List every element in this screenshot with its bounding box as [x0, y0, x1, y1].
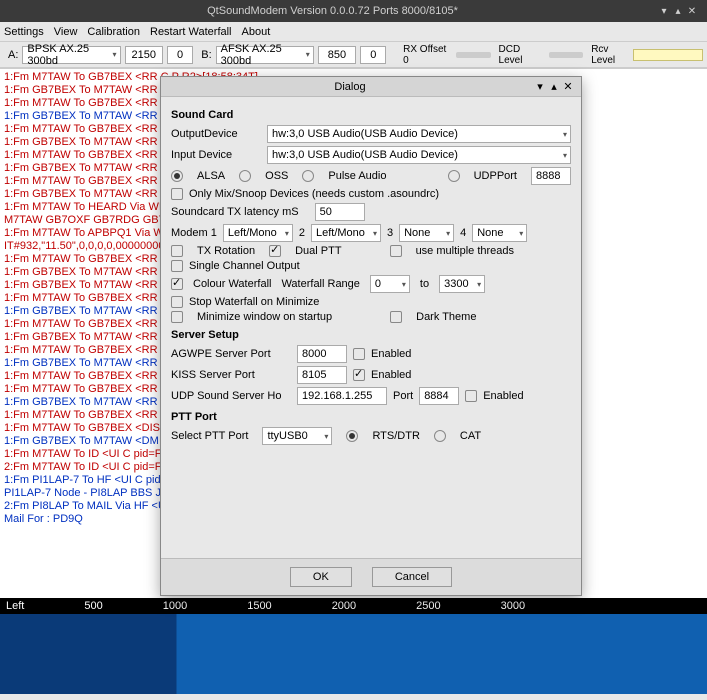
dialog-titlebar: Dialog ▾ ▴ ✕	[161, 77, 581, 97]
udpport-input[interactable]: 8888	[531, 167, 571, 185]
dual-ptt-check[interactable]	[269, 245, 281, 257]
dcd-level-label: DCD Level	[499, 44, 541, 66]
window-max-icon[interactable]: ▴	[671, 6, 685, 17]
port-b-label: B:	[201, 49, 211, 61]
menu-view[interactable]: View	[54, 26, 78, 38]
kiss-enabled-check[interactable]	[353, 369, 365, 381]
udp-port-input[interactable]: 8884	[419, 387, 459, 405]
port-b-mode-combo[interactable]: AFSK AX.25 300bd	[216, 46, 314, 64]
pulse-radio[interactable]	[302, 170, 314, 182]
window-titlebar: QtSoundModem Version 0.0.0.72 Ports 8000…	[0, 0, 707, 22]
settings-dialog: Dialog ▾ ▴ ✕ Sound Card OutputDevice hw:…	[160, 76, 582, 596]
dcd-level-slider[interactable]	[549, 52, 584, 58]
cancel-button[interactable]: Cancel	[372, 567, 452, 587]
cat-radio[interactable]	[434, 430, 446, 442]
dialog-title: Dialog	[167, 81, 533, 93]
ruler-left-label: Left	[6, 600, 24, 612]
mixsnoop-check[interactable]	[171, 188, 183, 200]
wf-lo-combo[interactable]: 0	[370, 275, 410, 293]
window-title: QtSoundModem Version 0.0.0.72 Ports 8000…	[8, 5, 657, 17]
rx-offset-label: RX Offset 0	[403, 44, 448, 66]
alsa-radio[interactable]	[171, 170, 183, 182]
port-a-freq-spin[interactable]: 2150	[125, 46, 163, 64]
ok-button[interactable]: OK	[290, 567, 352, 587]
oss-radio[interactable]	[239, 170, 251, 182]
rx-offset-slider[interactable]	[456, 52, 491, 58]
single-channel-check[interactable]	[171, 260, 183, 272]
ptt-port-combo[interactable]: ttyUSB0	[262, 427, 332, 445]
input-device-label: Input Device	[171, 149, 261, 161]
port-a-label: A:	[8, 49, 18, 61]
udpport-radio[interactable]	[448, 170, 460, 182]
window-min-icon[interactable]: ▾	[657, 6, 671, 17]
waterfall-display	[0, 614, 707, 694]
modem2-combo[interactable]: Left/Mono	[311, 224, 381, 242]
rcv-level-meter	[633, 49, 703, 61]
rts-dtr-radio[interactable]	[346, 430, 358, 442]
server-heading: Server Setup	[171, 329, 571, 341]
udp-host-input[interactable]: 192.168.1.255	[297, 387, 387, 405]
colour-waterfall-check[interactable]	[171, 278, 183, 290]
port-b-freq-spin[interactable]: 850	[318, 46, 356, 64]
menu-calibration[interactable]: Calibration	[87, 26, 140, 38]
agwpe-port-input[interactable]: 8000	[297, 345, 347, 363]
rcv-level-label: Rcv Level	[591, 44, 629, 66]
tx-rotation-check[interactable]	[171, 245, 183, 257]
dialog-max-icon[interactable]: ▴	[547, 80, 561, 93]
menu-settings[interactable]: Settings	[4, 26, 44, 38]
min-startup-check[interactable]	[171, 311, 183, 323]
modem1-combo[interactable]: Left/Mono	[223, 224, 293, 242]
input-device-combo[interactable]: hw:3,0 USB Audio(USB Audio Device)	[267, 146, 571, 164]
dark-theme-check[interactable]	[390, 311, 402, 323]
stop-wf-check[interactable]	[171, 296, 183, 308]
agwpe-enabled-check[interactable]	[353, 348, 365, 360]
output-device-label: OutputDevice	[171, 128, 261, 140]
dialog-close-icon[interactable]: ✕	[561, 80, 575, 93]
multi-threads-check[interactable]	[390, 245, 402, 257]
port-a-zero-spin[interactable]: 0	[167, 46, 193, 64]
ptt-heading: PTT Port	[171, 411, 571, 423]
latency-label: Soundcard TX latency mS	[171, 206, 299, 218]
menu-about[interactable]: About	[242, 26, 271, 38]
modem4-combo[interactable]: None	[472, 224, 527, 242]
port-a-mode-combo[interactable]: BPSK AX.25 300bd	[22, 46, 120, 64]
menu-restart-waterfall[interactable]: Restart Waterfall	[150, 26, 232, 38]
udp-enabled-check[interactable]	[465, 390, 477, 402]
wf-hi-combo[interactable]: 3300	[439, 275, 485, 293]
menubar: Settings View Calibration Restart Waterf…	[0, 22, 707, 42]
dialog-min-icon[interactable]: ▾	[533, 80, 547, 93]
modem3-combo[interactable]: None	[399, 224, 454, 242]
toolbar: A: BPSK AX.25 300bd 2150 0 B: AFSK AX.25…	[0, 42, 707, 68]
latency-input[interactable]: 50	[315, 203, 365, 221]
frequency-ruler: Left 500 1000 1500 2000 2500 3000	[0, 598, 707, 614]
window-close-icon[interactable]: ✕	[685, 6, 699, 17]
port-b-zero-spin[interactable]: 0	[360, 46, 386, 64]
kiss-port-input[interactable]: 8105	[297, 366, 347, 384]
soundcard-heading: Sound Card	[171, 109, 571, 121]
output-device-combo[interactable]: hw:3,0 USB Audio(USB Audio Device)	[267, 125, 571, 143]
